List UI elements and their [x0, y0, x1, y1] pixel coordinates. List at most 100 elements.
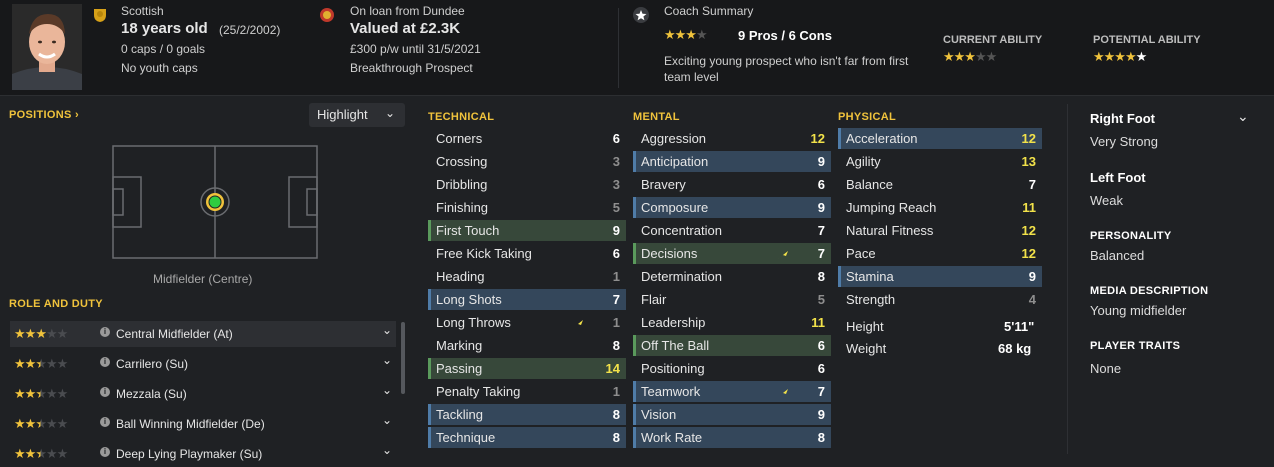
- attribute-row[interactable]: Leadership 11: [633, 312, 831, 333]
- chevron-down-icon[interactable]: ⌄: [382, 353, 392, 367]
- attribute-name: Corners: [436, 131, 483, 146]
- attribute-row[interactable]: Teamwork 7: [633, 381, 831, 402]
- attribute-value: 12: [1021, 223, 1036, 238]
- role-item[interactable]: ★★★★★ i Carrilero (Su) ⌄: [10, 351, 396, 377]
- attribute-name: Determination: [641, 269, 722, 284]
- attribute-row[interactable]: Heading 1: [428, 266, 626, 287]
- attribute-row[interactable]: Pace 12: [838, 243, 1042, 264]
- chevron-down-icon[interactable]: ⌄: [382, 383, 392, 397]
- attribute-value: 3: [612, 177, 620, 192]
- attribute-row[interactable]: Natural Fitness 12: [838, 220, 1042, 241]
- attribute-row[interactable]: Aggression 12: [633, 128, 831, 149]
- chevron-down-icon[interactable]: ⌄: [382, 323, 392, 337]
- player-traits-label: PLAYER TRAITS: [1090, 340, 1181, 352]
- height-label: Height: [846, 319, 884, 334]
- left-foot-label: Left Foot: [1090, 170, 1146, 185]
- attribute-row[interactable]: Dribbling 3: [428, 174, 626, 195]
- attribute-row[interactable]: Technique 8: [428, 427, 626, 448]
- info-icon[interactable]: i: [100, 447, 110, 457]
- info-icon[interactable]: i: [100, 387, 110, 397]
- role-item[interactable]: ★★★★★ i Mezzala (Su) ⌄: [10, 381, 396, 407]
- attribute-row[interactable]: Penalty Taking 1: [428, 381, 626, 402]
- coach-summary-title[interactable]: Coach Summary: [664, 4, 753, 18]
- attribute-name: Free Kick Taking: [436, 246, 532, 261]
- role-stars: ★★★★★: [14, 356, 68, 371]
- attribute-row[interactable]: Jumping Reach 11: [838, 197, 1042, 218]
- loan-text[interactable]: On loan from Dundee: [350, 4, 465, 18]
- attribute-row[interactable]: Anticipation 9: [633, 151, 831, 172]
- media-description-value: Young midfielder: [1090, 303, 1187, 318]
- role-item[interactable]: ★★★★★ i Ball Winning Midfielder (De) ⌄: [10, 411, 396, 437]
- attribute-name: Off The Ball: [641, 338, 710, 353]
- attribute-row[interactable]: First Touch 9: [428, 220, 626, 241]
- attribute-value: 11: [811, 315, 825, 330]
- attribute-name: Stamina: [846, 269, 894, 284]
- attribute-row[interactable]: Passing 14: [428, 358, 626, 379]
- technical-attributes: Corners 6 Crossing 3 Dribbling 3 Finishing 5 Fir…: [428, 128, 626, 450]
- attribute-value: 9: [612, 223, 620, 238]
- current-ability-stars: ★★★★★: [943, 49, 997, 64]
- attribute-row[interactable]: Flair 5: [633, 289, 831, 310]
- chevron-down-icon[interactable]: ⌄: [1237, 108, 1249, 125]
- attribute-row[interactable]: Acceleration 12: [838, 128, 1042, 149]
- weight-value: 68 kg: [998, 341, 1032, 356]
- attribute-row[interactable]: Long Shots 7: [428, 289, 626, 310]
- attribute-row[interactable]: Concentration 7: [633, 220, 831, 241]
- attribute-value: 4: [1028, 292, 1036, 307]
- attribute-row[interactable]: Strength 4: [838, 289, 1042, 310]
- attribute-row[interactable]: Composure 9: [633, 197, 831, 218]
- attribute-row[interactable]: Positioning 6: [633, 358, 831, 379]
- role-item[interactable]: ★★★★★ i Deep Lying Playmaker (Su) ⌄: [10, 441, 396, 467]
- attribute-row[interactable]: Tackling 8: [428, 404, 626, 425]
- attribute-value: 12: [810, 131, 825, 146]
- attribute-row[interactable]: Decisions 7: [633, 243, 831, 264]
- right-foot-label: Right Foot: [1090, 111, 1155, 126]
- attribute-value: 3: [612, 154, 620, 169]
- caps-goals: 0 caps / 0 goals: [121, 42, 206, 56]
- attribute-value: 8: [612, 407, 620, 422]
- physical-title: PHYSICAL: [838, 111, 897, 123]
- attribute-row[interactable]: Vision 9: [633, 404, 831, 425]
- attribute-row[interactable]: Balance 7: [838, 174, 1042, 195]
- info-icon[interactable]: i: [100, 327, 110, 337]
- attribute-row[interactable]: Stamina 9: [838, 266, 1042, 287]
- attribute-row[interactable]: Free Kick Taking 6: [428, 243, 626, 264]
- attribute-row[interactable]: Agility 13: [838, 151, 1042, 172]
- info-icon[interactable]: i: [100, 417, 110, 427]
- player-header: Scottish 18 years old (25/2/2002) 0 caps…: [0, 0, 1274, 96]
- attribute-value: 8: [817, 269, 825, 284]
- attribute-value: 7: [817, 384, 825, 399]
- positions-title[interactable]: POSITIONS ›: [9, 109, 79, 121]
- attribute-value: 9: [817, 154, 825, 169]
- attribute-name: Passing: [436, 361, 483, 376]
- personality-value: Balanced: [1090, 248, 1145, 263]
- attribute-row[interactable]: Off The Ball 6: [633, 335, 831, 356]
- attribute-row[interactable]: Crossing 3: [428, 151, 626, 172]
- attribute-row[interactable]: Bravery 6: [633, 174, 831, 195]
- chevron-down-icon[interactable]: ⌄: [382, 443, 392, 457]
- current-ability-label: CURRENT ABILITY: [943, 34, 1043, 46]
- role-item[interactable]: ★★★★★ i Central Midfielder (At) ⌄: [10, 321, 396, 347]
- attribute-row[interactable]: Determination 8: [633, 266, 831, 287]
- highlight-dropdown[interactable]: Highlight ⌄: [309, 103, 405, 127]
- attribute-row[interactable]: Long Throws 1: [428, 312, 626, 333]
- chevron-down-icon: ⌄: [385, 106, 396, 120]
- role-stars: ★★★★★: [14, 326, 68, 341]
- status-text: Breakthrough Prospect: [350, 61, 473, 75]
- attribute-value: 12: [1021, 131, 1036, 146]
- role-stars: ★★★★★: [14, 416, 68, 431]
- attribute-value: 8: [612, 430, 620, 445]
- attribute-row[interactable]: Finishing 5: [428, 197, 626, 218]
- chevron-down-icon[interactable]: ⌄: [382, 413, 392, 427]
- player-photo: [12, 4, 82, 90]
- roles-scrollbar[interactable]: [401, 322, 405, 394]
- attribute-row[interactable]: Corners 6: [428, 128, 626, 149]
- club-crest-icon[interactable]: [319, 7, 335, 23]
- attribute-name: Composure: [641, 200, 709, 215]
- attribute-row[interactable]: Work Rate 8: [633, 427, 831, 448]
- info-icon[interactable]: i: [100, 357, 110, 367]
- attribute-value: 5: [817, 292, 825, 307]
- attribute-name: Crossing: [436, 154, 488, 169]
- attribute-name: Strength: [846, 292, 896, 307]
- attribute-row[interactable]: Marking 8: [428, 335, 626, 356]
